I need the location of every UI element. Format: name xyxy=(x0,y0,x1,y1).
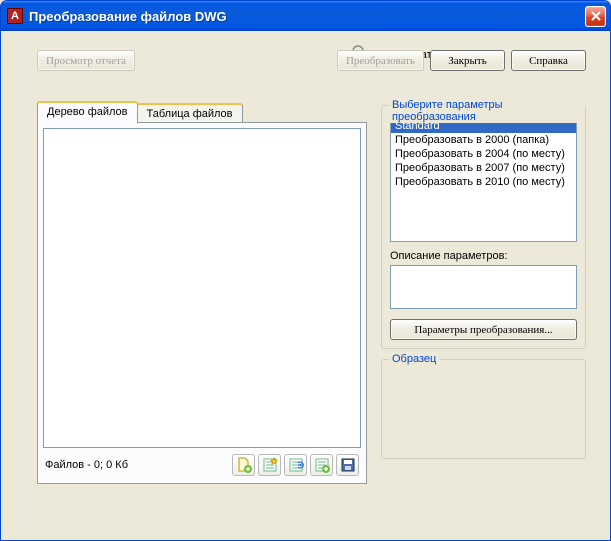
conversion-params-button[interactable]: Параметры преобразования... xyxy=(390,319,577,340)
tab-panel: Файлов - 0; 0 Кб xyxy=(37,122,367,484)
tab-file-tree[interactable]: Дерево файлов xyxy=(37,101,138,123)
close-button[interactable]: Закрыть xyxy=(430,50,505,71)
add-file-button[interactable] xyxy=(232,454,255,476)
sample-group: Образец xyxy=(381,359,586,459)
file-count-status: Файлов - 0; 0 Кб xyxy=(45,459,229,471)
preset-option[interactable]: Преобразовать в 2004 (по месту) xyxy=(391,147,576,161)
window-title: Преобразование файлов DWG xyxy=(29,9,585,24)
description-label: Описание параметров: xyxy=(390,250,577,262)
file-tree[interactable] xyxy=(43,128,361,448)
presets-legend: Выберите параметры преобразования xyxy=(389,99,585,123)
sample-legend: Образец xyxy=(389,353,439,365)
tab-strip: Дерево файлов Таблица файлов xyxy=(37,101,367,122)
tab-file-table[interactable]: Таблица файлов xyxy=(137,103,243,122)
open-list-button[interactable] xyxy=(284,454,307,476)
app-icon: A xyxy=(7,8,23,24)
description-box xyxy=(390,265,577,309)
new-list-button[interactable] xyxy=(258,454,281,476)
preset-option[interactable]: Преобразовать в 2010 (по месту) xyxy=(391,175,576,189)
help-button[interactable]: Справка xyxy=(511,50,586,71)
presets-group: Выберите параметры преобразования Standa… xyxy=(381,105,586,349)
convert-button: Преобразовать xyxy=(337,50,424,71)
preset-list[interactable]: Standard Преобразовать в 2000 (папка) Пр… xyxy=(390,118,577,242)
close-icon[interactable] xyxy=(585,6,606,27)
preset-option[interactable]: Преобразовать в 2000 (папка) xyxy=(391,133,576,147)
save-list-button[interactable] xyxy=(336,454,359,476)
dialog-window: A Преобразование файлов DWG Пользователь… xyxy=(0,0,611,541)
titlebar[interactable]: A Преобразование файлов DWG xyxy=(1,1,610,31)
append-list-button[interactable] xyxy=(310,454,333,476)
preset-option[interactable]: Преобразовать в 2007 (по месту) xyxy=(391,161,576,175)
view-report-button: Просмотр отчета xyxy=(37,50,135,71)
